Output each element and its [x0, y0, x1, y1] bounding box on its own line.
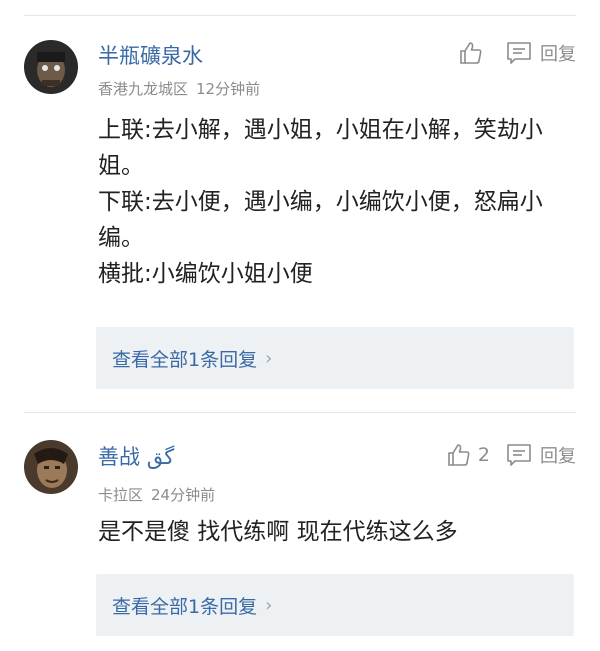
like-button[interactable]: [458, 40, 490, 66]
like-count: 2: [477, 444, 490, 466]
top-divider: [24, 15, 576, 16]
comment-actions: 回复: [458, 38, 576, 68]
username[interactable]: 半瓶礦泉水: [98, 40, 203, 70]
comment-body: 上联:去小解，遇小姐，小姐在小解，笑劫小姐。 下联:去小便，遇小编，小编饮小便，…: [98, 117, 543, 287]
username[interactable]: 善战 ﮔﻖ: [98, 441, 174, 471]
reply-label: 回复: [540, 44, 576, 65]
avatar[interactable]: [24, 440, 78, 494]
comment-divider: [24, 412, 576, 413]
comment-meta: 香港九龙城区 12分钟前: [98, 78, 260, 99]
reply-label: 回复: [540, 446, 576, 467]
chevron-right-icon: ›: [265, 347, 273, 369]
reply-button[interactable]: 回复: [506, 40, 576, 66]
like-button[interactable]: 2: [446, 442, 490, 468]
avatar-image: [24, 440, 78, 494]
comment-meta: 卡拉区 24分钟前: [98, 484, 215, 505]
reply-icon: [507, 444, 531, 466]
avatar-image: [24, 40, 78, 94]
location: 卡拉区: [98, 486, 144, 504]
timestamp: 12分钟前: [196, 80, 261, 98]
view-all-replies-label: 查看全部1条回复: [112, 595, 258, 618]
view-all-replies-label: 查看全部1条回复: [112, 348, 258, 371]
chevron-right-icon: ›: [265, 594, 273, 616]
reply-icon: [507, 42, 531, 64]
comment-body: 是不是傻 找代练啊 现在代练这么多: [98, 519, 458, 545]
avatar[interactable]: [24, 40, 78, 94]
comment-actions: 2 回复: [446, 440, 576, 470]
thumbs-up-icon: [460, 42, 482, 64]
view-all-replies-button[interactable]: 查看全部1条回复 ›: [96, 574, 574, 636]
timestamp: 24分钟前: [151, 486, 216, 504]
view-all-replies-button[interactable]: 查看全部1条回复 ›: [96, 327, 574, 389]
reply-button[interactable]: 回复: [506, 442, 576, 468]
location: 香港九龙城区: [98, 80, 189, 98]
thumbs-up-icon: [448, 444, 470, 466]
